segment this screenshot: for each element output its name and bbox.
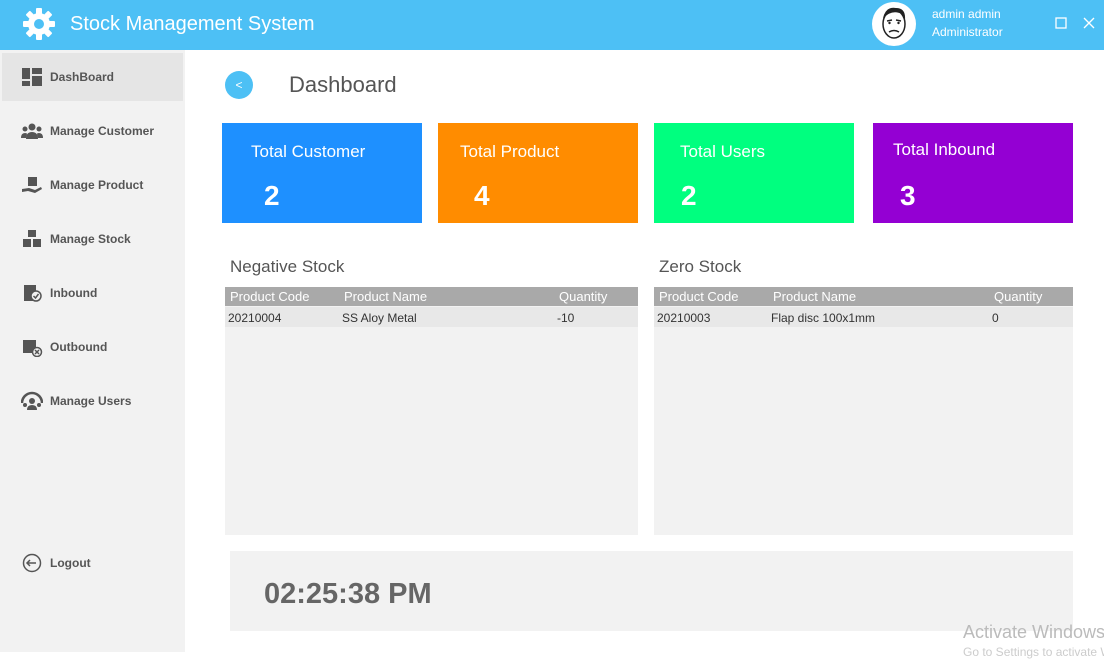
table-header: Product Code Product Name Quantity bbox=[225, 287, 638, 306]
gear-icon bbox=[23, 8, 55, 40]
product-icon bbox=[22, 177, 42, 193]
outbound-icon bbox=[23, 340, 43, 357]
maximize-icon[interactable] bbox=[1050, 12, 1072, 34]
card-value: 2 bbox=[264, 180, 280, 211]
sidebar-item-label: Inbound bbox=[50, 286, 98, 300]
clock-time: 02:25:38 PM bbox=[264, 578, 432, 610]
sidebar: DashBoard Manage Customer Manage Product… bbox=[0, 50, 185, 652]
card-label: Total Customer bbox=[251, 142, 366, 161]
title-bar: Stock Management System admin admin Admi… bbox=[0, 0, 1104, 50]
cell-quantity: -10 bbox=[557, 311, 575, 325]
card-label: Total Users bbox=[680, 142, 766, 161]
close-icon[interactable] bbox=[1078, 12, 1100, 34]
column-header[interactable]: Quantity bbox=[559, 289, 607, 305]
cell-quantity: 0 bbox=[992, 311, 999, 325]
activation-watermark-subtext: Go to Settings to activate Windows. bbox=[963, 645, 1104, 659]
clock-panel: 02:25:38 PM bbox=[230, 551, 1073, 631]
cell-product-name: SS Aloy Metal bbox=[342, 311, 417, 325]
total-customer-card: Total Customer 2 bbox=[222, 123, 422, 223]
total-users-card: Total Users 2 bbox=[654, 123, 854, 223]
logout-label: Logout bbox=[50, 556, 91, 570]
cell-product-name: Flap disc 100x1mm bbox=[771, 311, 876, 325]
table-row[interactable]: 20210004 SS Aloy Metal -10 bbox=[225, 307, 638, 327]
card-label: Total Product bbox=[460, 142, 560, 161]
sidebar-item-label: Manage Product bbox=[50, 178, 144, 192]
card-value: 4 bbox=[474, 180, 490, 211]
zero-stock-table[interactable]: Product Code Product Name Quantity 20210… bbox=[654, 287, 1073, 535]
column-header[interactable]: Product Code bbox=[230, 289, 310, 305]
sidebar-item-manage-stock[interactable]: Manage Stock bbox=[2, 215, 183, 263]
logout-button[interactable]: Logout bbox=[2, 539, 183, 587]
sidebar-item-label: DashBoard bbox=[50, 70, 115, 84]
table-header: Product Code Product Name Quantity bbox=[654, 287, 1073, 306]
sidebar-item-manage-product[interactable]: Manage Product bbox=[2, 161, 183, 209]
inbound-icon bbox=[24, 285, 42, 302]
cell-product-code: 20210004 bbox=[228, 311, 282, 325]
app-title: Stock Management System bbox=[70, 13, 315, 35]
column-header[interactable]: Product Code bbox=[659, 289, 739, 305]
back-button[interactable]: < bbox=[225, 71, 253, 99]
sidebar-item-label: Outbound bbox=[50, 340, 108, 354]
zero-stock-title: Zero Stock bbox=[659, 257, 742, 276]
total-inbound-card: Total Inbound 3 bbox=[873, 123, 1073, 223]
column-header[interactable]: Quantity bbox=[994, 289, 1042, 305]
sidebar-item-manage-customer[interactable]: Manage Customer bbox=[2, 107, 183, 155]
user-name: admin admin bbox=[932, 7, 1001, 21]
logout-icon bbox=[22, 553, 42, 573]
avatar[interactable] bbox=[872, 2, 916, 46]
card-label: Total Inbound bbox=[893, 140, 996, 159]
stock-icon bbox=[23, 230, 41, 247]
card-value: 3 bbox=[900, 180, 916, 211]
sidebar-item-label: Manage Customer bbox=[50, 124, 155, 138]
column-header[interactable]: Product Name bbox=[344, 289, 427, 305]
user-role: Administrator bbox=[932, 25, 1003, 39]
dashboard-icon bbox=[22, 68, 42, 86]
sidebar-item-dashboard[interactable]: DashBoard bbox=[2, 53, 183, 101]
card-value: 2 bbox=[681, 180, 697, 211]
user-avatar-icon bbox=[882, 7, 906, 39]
negative-stock-title: Negative Stock bbox=[230, 257, 345, 276]
column-header[interactable]: Product Name bbox=[773, 289, 856, 305]
total-product-card: Total Product 4 bbox=[438, 123, 638, 223]
customers-icon bbox=[21, 123, 43, 139]
activation-watermark: Activate Windows bbox=[963, 622, 1104, 642]
sidebar-item-label: Manage Stock bbox=[50, 232, 131, 246]
table-row[interactable]: 20210003 Flap disc 100x1mm 0 bbox=[654, 307, 1073, 327]
cell-product-code: 20210003 bbox=[657, 311, 711, 325]
sidebar-item-outbound[interactable]: Outbound bbox=[2, 323, 183, 371]
sidebar-item-inbound[interactable]: Inbound bbox=[2, 269, 183, 317]
negative-stock-table[interactable]: Product Code Product Name Quantity 20210… bbox=[225, 287, 638, 535]
sidebar-item-manage-users[interactable]: Manage Users bbox=[2, 377, 183, 425]
users-icon bbox=[21, 391, 43, 410]
page-title: Dashboard bbox=[289, 72, 397, 97]
sidebar-item-label: Manage Users bbox=[50, 394, 132, 408]
